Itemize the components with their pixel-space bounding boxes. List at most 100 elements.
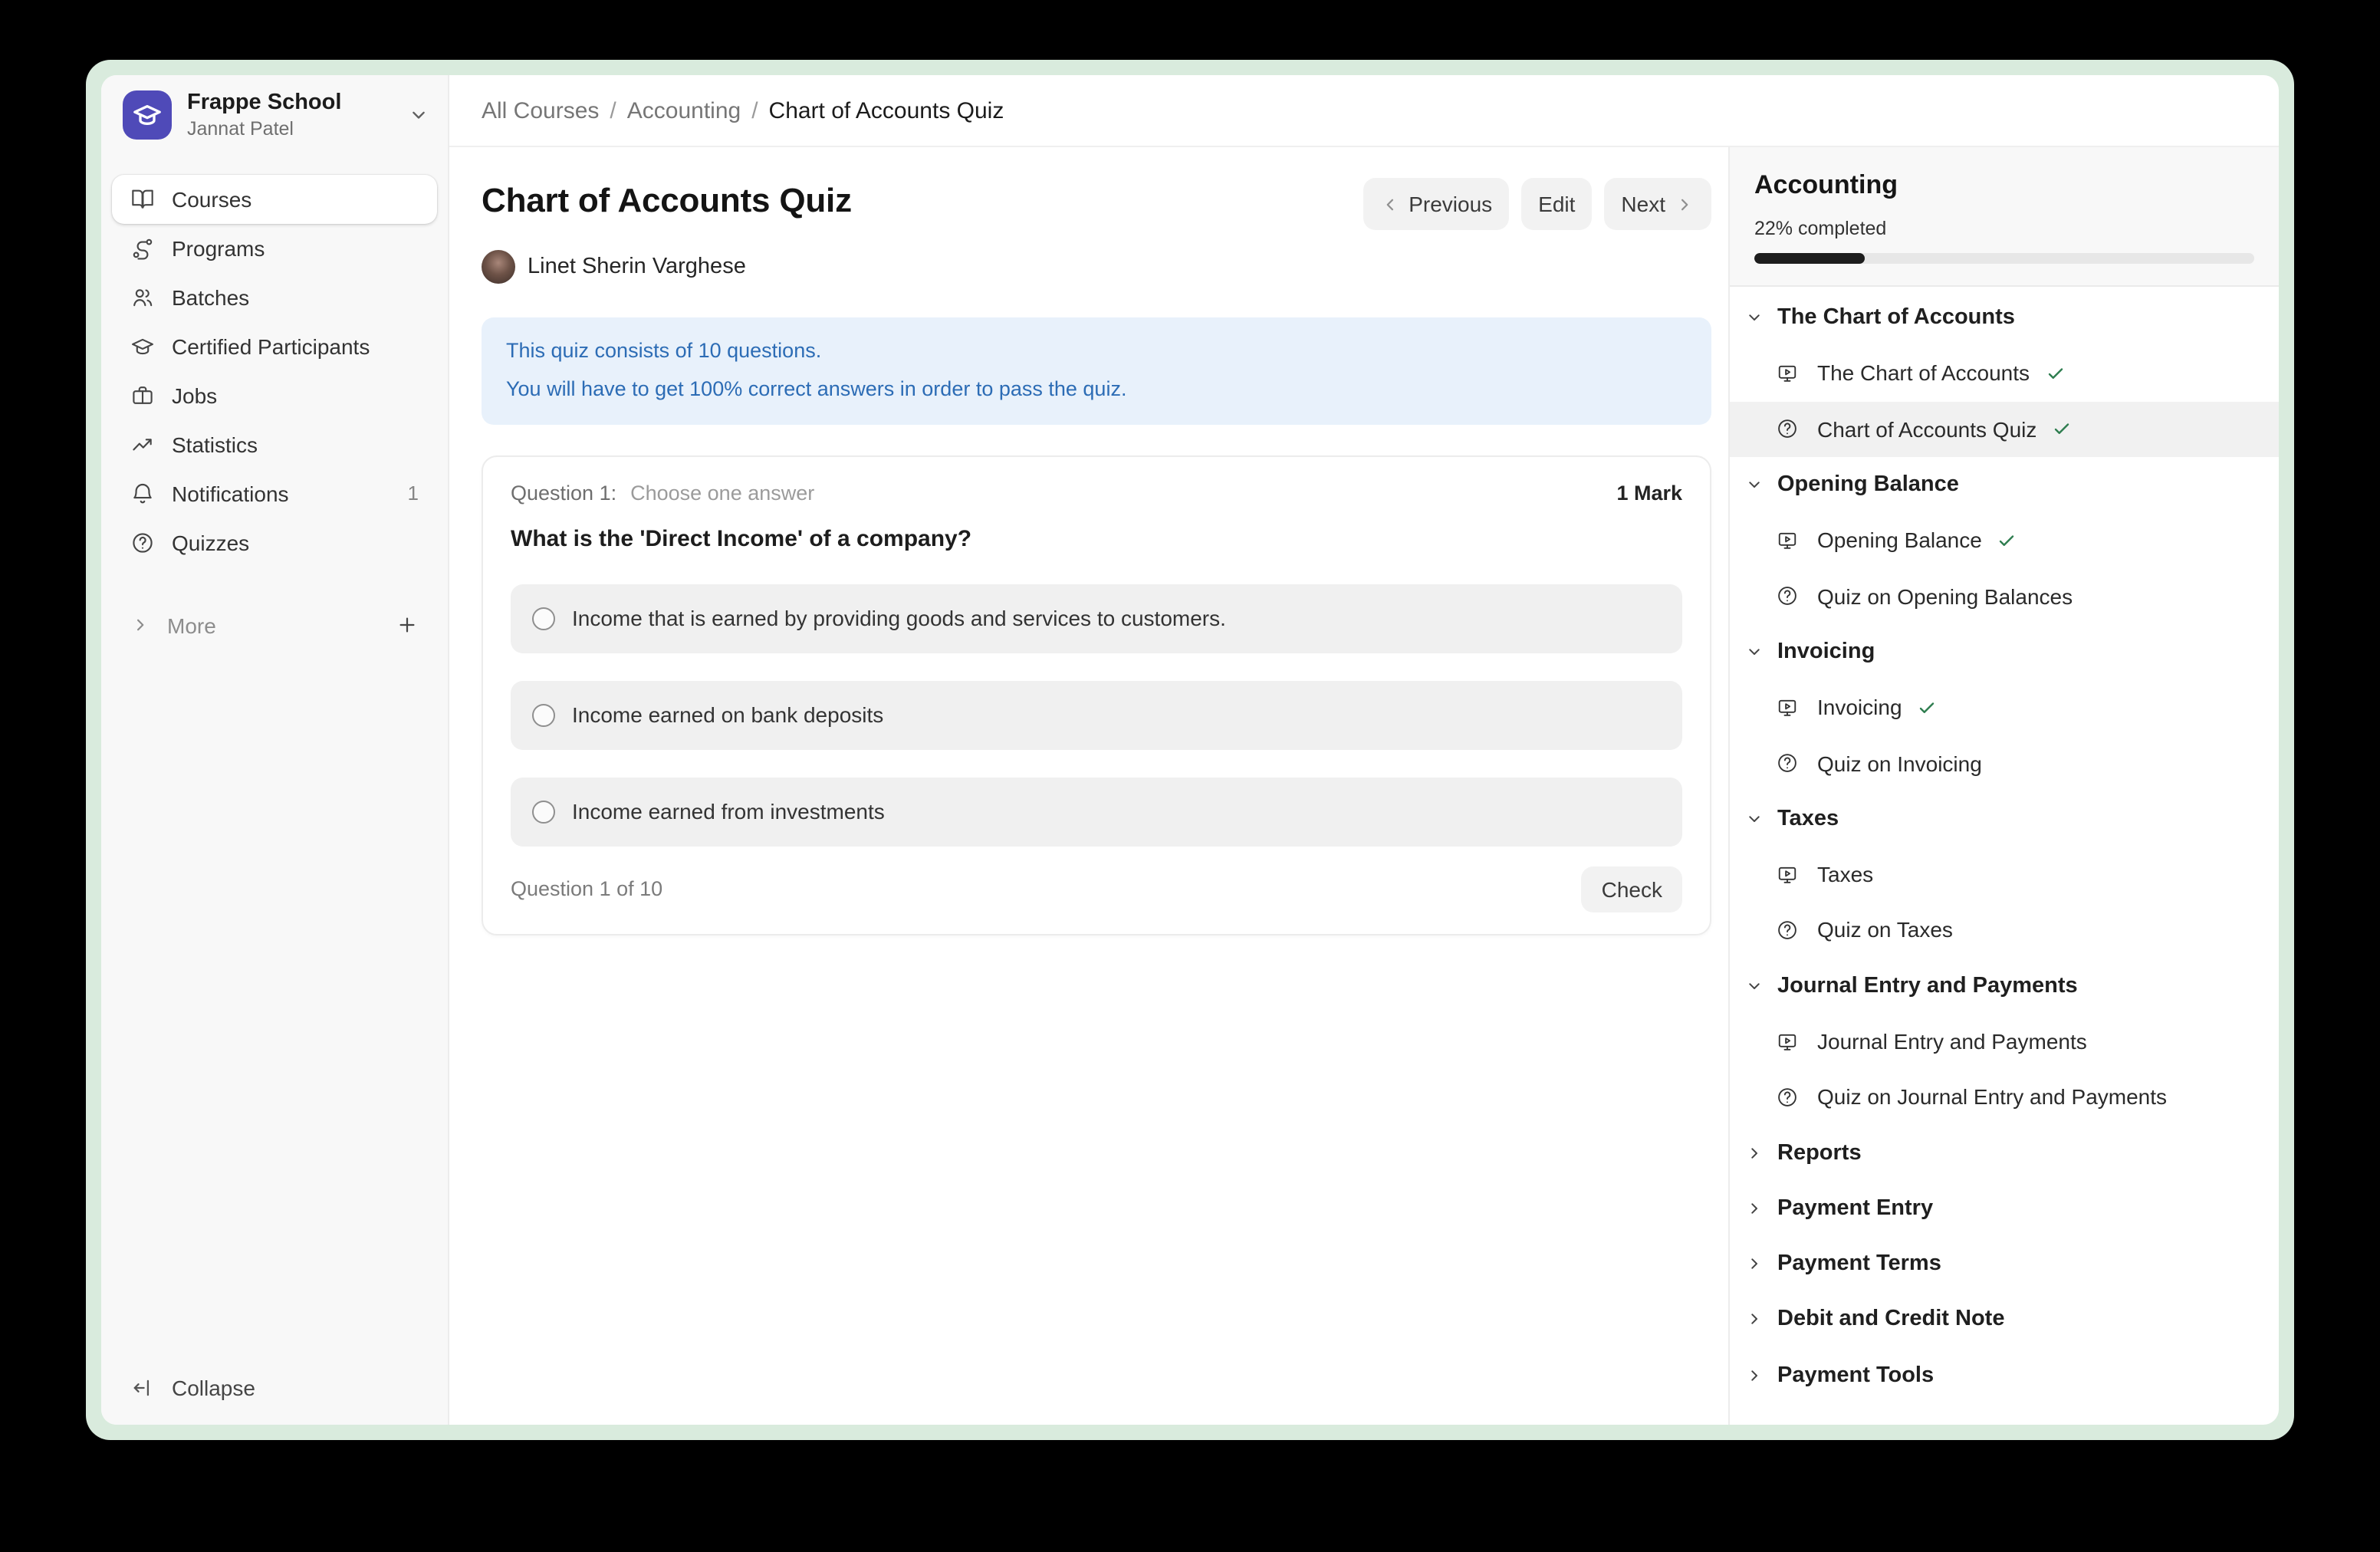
window-frame: Frappe School Jannat Patel CoursesProgra… (86, 60, 2294, 1440)
edit-label: Edit (1538, 192, 1575, 216)
radio-button[interactable] (532, 607, 555, 630)
course-outline: The Chart of Accounts The Chart of Accoun… (1730, 287, 2279, 1425)
outline-item-opening-balance[interactable]: Opening Balance (1730, 512, 2279, 568)
section-title: Debit and Credit Note (1777, 1307, 2004, 1332)
section-title: Opening Balance (1777, 472, 1959, 497)
breadcrumb: All Courses / Accounting / Chart of Accounts… (482, 97, 1004, 123)
outline-item-label: Quiz on Opening Balances (1817, 584, 2073, 608)
collapse-sidebar-button[interactable]: Collapse (112, 1363, 437, 1412)
sidebar-item-quizzes[interactable]: Quizzes (112, 518, 437, 567)
chevron-down-icon[interactable] (408, 105, 429, 127)
check-icon (2045, 363, 2065, 383)
breadcrumb-item[interactable]: All Courses (482, 97, 599, 123)
help-circle-icon (1776, 584, 1799, 607)
radio-button[interactable] (532, 704, 555, 727)
monitor-play-icon (1776, 695, 1799, 718)
outline-item-label: The Chart of Accounts (1817, 361, 2030, 386)
option-label: Income earned from investments (572, 800, 885, 824)
radio-button[interactable] (532, 801, 555, 824)
outline-section-reports[interactable]: Reports (1730, 1125, 2279, 1181)
sidebar-item-jobs[interactable]: Jobs (112, 371, 437, 420)
outline-section-payment-entry[interactable]: Payment Entry (1730, 1181, 2279, 1237)
outline-section-payment-terms[interactable]: Payment Terms (1730, 1236, 2279, 1292)
notice-line: This quiz consists of 10 questions. (506, 333, 1687, 371)
notice-line: You will have to get 100% correct answer… (506, 371, 1687, 409)
chevron-right-icon (130, 616, 150, 636)
chevron-down-icon (1745, 810, 1764, 828)
outline-section-payment-tools[interactable]: Payment Tools (1730, 1347, 2279, 1403)
help-circle-icon (1776, 417, 1799, 440)
section-title: Payment Tools (1777, 1363, 1934, 1388)
question-instruction: Choose one answer (630, 482, 814, 505)
notification-badge: 1 (408, 482, 419, 505)
breadcrumb-separator: / (751, 97, 758, 123)
school-switcher[interactable]: Frappe School Jannat Patel (101, 75, 448, 141)
check-icon (1997, 531, 2017, 551)
sidebar-item-certified-participants[interactable]: Certified Participants (112, 322, 437, 371)
outline-item-the-chart-of-accounts[interactable]: The Chart of Accounts (1730, 346, 2279, 402)
course-progress-header: Accounting 22% completed (1730, 147, 2279, 287)
quiz-main: Chart of Accounts Quiz Previous Edit (449, 147, 1728, 1425)
edit-button[interactable]: Edit (1521, 178, 1592, 230)
quiz-header: Chart of Accounts Quiz Previous Edit (482, 178, 1711, 230)
help-circle-icon (1776, 1086, 1799, 1109)
quiz-actions: Previous Edit Next (1363, 178, 1711, 230)
outline-item-taxes[interactable]: Taxes (1730, 847, 2279, 903)
content-row: Chart of Accounts Quiz Previous Edit (449, 147, 2279, 1425)
outline-item-journal-entry-and-payments[interactable]: Journal Entry and Payments (1730, 1014, 2279, 1070)
previous-button[interactable]: Previous (1363, 178, 1509, 230)
help-circle-icon (130, 531, 155, 555)
outline-item-invoicing[interactable]: Invoicing (1730, 679, 2279, 735)
outline-item-label: Quiz on Taxes (1817, 918, 1953, 942)
answer-option[interactable]: Income that is earned by providing goods… (511, 584, 1682, 653)
chevron-right-icon (1675, 194, 1695, 214)
section-title: The Chart of Accounts (1777, 305, 2015, 330)
next-button[interactable]: Next (1604, 178, 1711, 230)
topbar: All Courses / Accounting / Chart of Accounts… (449, 75, 2279, 147)
outline-section-invoicing[interactable]: Invoicing (1730, 624, 2279, 680)
sidebar-item-label: Quizzes (172, 531, 249, 555)
sidebar-item-programs[interactable]: Programs (112, 224, 437, 273)
chevron-down-icon (1745, 976, 1764, 995)
check-button[interactable]: Check (1582, 866, 1682, 912)
user-name: Jannat Patel (187, 117, 341, 141)
graduation-cap-icon (130, 334, 155, 359)
sidebar-item-batches[interactable]: Batches (112, 273, 437, 322)
breadcrumb-item[interactable]: Accounting (627, 97, 741, 123)
more-label: More (167, 613, 216, 638)
sidebar-item-label: Statistics (172, 432, 258, 457)
outline-item-quiz-on-taxes[interactable]: Quiz on Taxes (1730, 903, 2279, 958)
question-card: Question 1: Choose one answer 1 Mark Wha… (482, 455, 1711, 935)
outline-section-journal-entry-and-payments[interactable]: Journal Entry and Payments (1730, 958, 2279, 1014)
sidebar-item-courses[interactable]: Courses (112, 175, 437, 224)
plus-icon[interactable] (396, 614, 419, 637)
chevron-down-icon (1745, 475, 1764, 494)
bell-icon (130, 482, 155, 506)
monitor-play-icon (1776, 1030, 1799, 1053)
outline-item-chart-of-accounts-quiz[interactable]: Chart of Accounts Quiz (1730, 401, 2279, 457)
school-identity: Frappe School Jannat Patel (187, 90, 341, 141)
outline-item-quiz-on-journal-entry-and-payments[interactable]: Quiz on Journal Entry and Payments (1730, 1069, 2279, 1125)
sidebar-item-label: Jobs (172, 383, 217, 408)
answer-option[interactable]: Income earned on bank deposits (511, 681, 1682, 750)
answer-option[interactable]: Income earned from investments (511, 778, 1682, 847)
outline-item-label: Invoicing (1817, 695, 1902, 719)
sidebar-item-notifications[interactable]: Notifications1 (112, 469, 437, 518)
breadcrumb-item: Chart of Accounts Quiz (769, 97, 1004, 123)
page-title: Chart of Accounts Quiz (482, 178, 852, 221)
breadcrumb-separator: / (610, 97, 616, 123)
course-progress-label: 22% completed (1754, 218, 2254, 239)
outline-section-opening-balance[interactable]: Opening Balance (1730, 457, 2279, 513)
outline-item-quiz-on-opening-balances[interactable]: Quiz on Opening Balances (1730, 568, 2279, 624)
section-title: Payment Terms (1777, 1251, 1941, 1276)
option-label: Income earned on bank deposits (572, 703, 883, 728)
outline-item-quiz-on-invoicing[interactable]: Quiz on Invoicing (1730, 735, 2279, 791)
sidebar-item-statistics[interactable]: Statistics (112, 420, 437, 469)
course-outline-panel: Accounting 22% completed The Chart of Ac… (1728, 147, 2279, 1425)
outline-section-the-chart-of-accounts[interactable]: The Chart of Accounts (1730, 290, 2279, 346)
outline-section-taxes[interactable]: Taxes (1730, 791, 2279, 847)
outline-section-debit-and-credit-note[interactable]: Debit and Credit Note (1730, 1292, 2279, 1348)
sidebar-item-more[interactable]: More (112, 601, 437, 650)
sidebar-more-section: More (101, 601, 448, 650)
briefcase-icon (130, 383, 155, 408)
